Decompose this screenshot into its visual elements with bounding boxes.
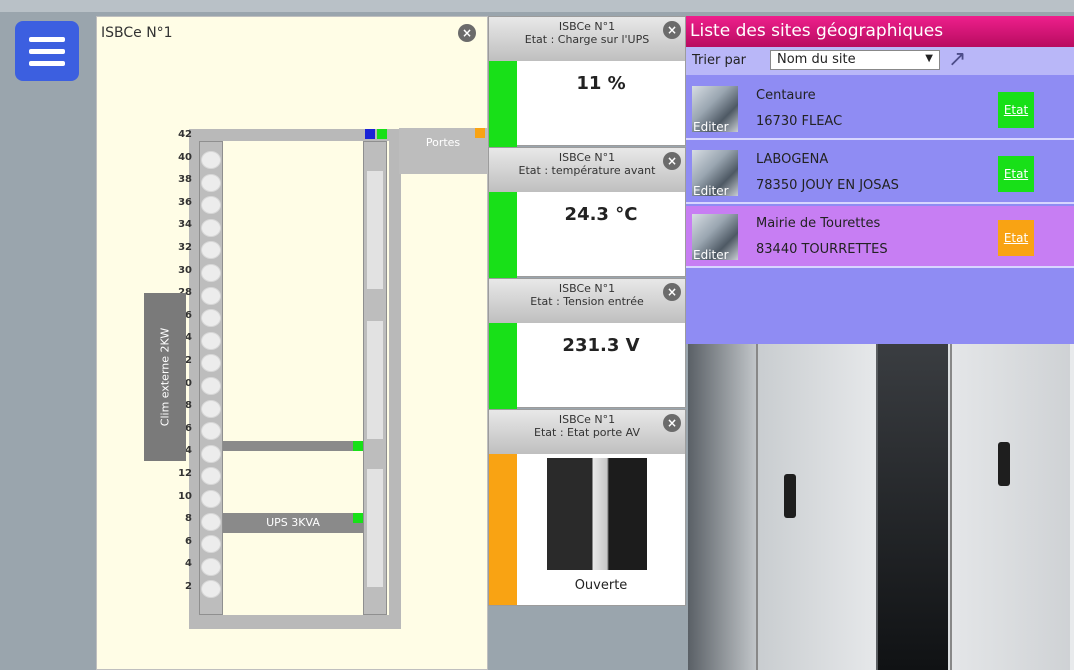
edit-link[interactable]: Editer: [693, 248, 729, 262]
rack-door-image: [547, 458, 647, 570]
rack-slot-hole: [201, 151, 221, 169]
expand-arrow-icon[interactable]: ↗: [948, 47, 966, 72]
edit-link[interactable]: Editer: [693, 120, 729, 134]
close-icon[interactable]: ×: [663, 414, 681, 432]
status-strip: [489, 454, 517, 605]
sort-label: Trier par: [692, 53, 747, 68]
rack-slot-hole: [201, 490, 221, 508]
rack-slot-hole: [201, 444, 221, 463]
edit-link[interactable]: Editer: [693, 184, 729, 198]
rack-slot-hole: [201, 512, 221, 531]
close-icon[interactable]: ×: [663, 283, 681, 301]
state-button[interactable]: Etat: [998, 220, 1034, 256]
rack-unit-number: 34: [178, 219, 192, 231]
status-card-door: ISBCe N°1 Etat : Etat porte AV × Ouverte: [488, 409, 686, 606]
rack-slot-hole: [201, 218, 221, 237]
server-room-photo: [688, 344, 1074, 670]
menu-button[interactable]: [15, 21, 79, 81]
site-item-tourettes[interactable]: Editer Mairie de Tourettes 83440 TOURRET…: [686, 206, 1074, 268]
site-item-labogena[interactable]: Editer LABOGENA 78350 JOUY EN JOSAS Etat: [686, 142, 1074, 204]
rack-title: ISBCe N°1: [101, 25, 173, 41]
device-led-1: [353, 441, 363, 451]
portes-label: Portes: [425, 136, 461, 149]
rack-slot-hole: [201, 264, 221, 282]
rack-unit-number: 30: [178, 264, 192, 276]
status-card-voltage: ISBCe N°1 Etat : Tension entrée × 231.3 …: [488, 278, 686, 409]
clim-label: Clim externe 2KW: [158, 327, 172, 427]
status-strip: [489, 61, 517, 147]
rack-slot-hole: [201, 331, 221, 350]
rack-panel: ISBCe N°1 × 4240383634323028262422201816…: [96, 16, 488, 670]
status-card-temperature: ISBCe N°1 Etat : température avant × 24.…: [488, 147, 686, 278]
rack-unit-number: 10: [178, 490, 192, 502]
status-strip: [489, 323, 517, 409]
device-bar-1[interactable]: [223, 441, 363, 451]
rack-unit-number: 40: [178, 151, 192, 163]
door-state: Ouverte: [574, 578, 628, 593]
state-button[interactable]: Etat: [998, 92, 1034, 128]
rack-unit-number: 32: [178, 242, 192, 253]
rack-unit-number: 42: [178, 129, 192, 140]
rack-unit-number: 6: [185, 535, 192, 547]
portes-device[interactable]: Portes: [399, 128, 487, 174]
rack-slot-hole: [201, 377, 221, 395]
status-value: 231.3 V: [562, 335, 640, 356]
close-icon[interactable]: ×: [458, 24, 476, 42]
led-top-green: [377, 129, 387, 139]
clim-device[interactable]: Clim externe 2KW: [144, 293, 186, 461]
status-value: 24.3 °C: [564, 204, 638, 225]
rack-slot-hole: [201, 173, 221, 192]
ups-led: [353, 513, 363, 523]
rack-slot-hole: [201, 399, 221, 418]
ups-label: UPS 3KVA: [266, 516, 320, 529]
menu-icon: [29, 36, 65, 42]
top-bar: [0, 0, 1074, 12]
sites-title: Liste des sites géographiques: [686, 16, 1074, 47]
status-value: 11 %: [576, 73, 626, 94]
site-item-centaure[interactable]: Editer Centaure 16730 FLEAC Etat: [686, 78, 1074, 140]
status-strip: [489, 192, 517, 278]
led-top-blue: [365, 129, 375, 139]
portes-led: [475, 128, 485, 138]
rack-unit-number: 38: [178, 174, 192, 186]
rack-unit-number: 4: [185, 558, 192, 570]
sites-panel: Liste des sites géographiques Trier par …: [686, 16, 1074, 344]
rack-slot-hole: [201, 286, 221, 305]
rack-unit-number: 36: [178, 196, 192, 208]
status-card-ups: ISBCe N°1 Etat : Charge sur l'UPS × 11 %: [488, 16, 686, 147]
rack-unit-number: 12: [178, 468, 192, 479]
rack-unit-number: 2: [185, 581, 192, 592]
rack-slot-hole: [201, 557, 221, 576]
sort-select[interactable]: Nom du site: [770, 50, 940, 70]
close-icon[interactable]: ×: [663, 152, 681, 170]
state-button[interactable]: Etat: [998, 156, 1034, 192]
ups-device[interactable]: UPS 3KVA: [223, 513, 363, 533]
close-icon[interactable]: ×: [663, 21, 681, 39]
rack-unit-number: 8: [185, 513, 192, 525]
